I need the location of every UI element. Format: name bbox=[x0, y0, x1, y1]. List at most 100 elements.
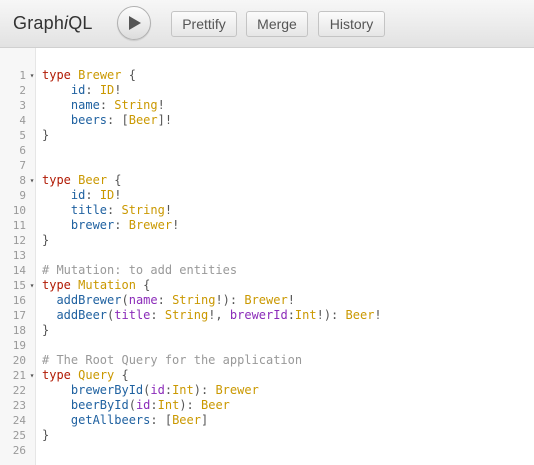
code-text: type Mutation { bbox=[42, 278, 150, 293]
code-token: addBrewer bbox=[56, 293, 122, 307]
code-token: beers bbox=[70, 113, 108, 127]
code-token: Mutation bbox=[78, 278, 136, 292]
code-token: : bbox=[150, 398, 158, 412]
fold-arrow-icon[interactable]: ▾ bbox=[28, 368, 36, 383]
code-line[interactable]: 24 getAllbeers: [Beer] bbox=[0, 413, 534, 428]
code-token: ! bbox=[114, 188, 122, 202]
code-text: # The Root Query for the application bbox=[42, 353, 302, 368]
code-token: Brewer bbox=[128, 218, 173, 232]
line-number: 23 bbox=[12, 399, 26, 412]
code-line[interactable]: 2 id: ID! bbox=[0, 83, 534, 98]
code-line[interactable]: 22 brewerById(id:Int): Brewer bbox=[0, 383, 534, 398]
code-token: { bbox=[135, 278, 151, 292]
code-token: Query bbox=[78, 368, 115, 382]
code-line[interactable]: 6 bbox=[0, 143, 534, 158]
merge-button[interactable]: Merge bbox=[246, 11, 308, 37]
code-text: } bbox=[42, 428, 49, 443]
code-line[interactable]: 3 name: String! bbox=[0, 98, 534, 113]
code-line[interactable]: 10 title: String! bbox=[0, 203, 534, 218]
line-number: 20 bbox=[12, 354, 26, 367]
code-line[interactable]: 1 ▾ type Brewer { bbox=[0, 68, 534, 83]
code-text: addBeer(title: String!, brewerId:Int!): … bbox=[42, 308, 382, 323]
code-line[interactable]: 16 addBrewer(name: String!): Brewer! bbox=[0, 293, 534, 308]
code-token: ( bbox=[128, 398, 136, 412]
code-token: String bbox=[164, 308, 209, 322]
code-text: title: String! bbox=[42, 203, 172, 218]
fold-arrow-icon[interactable]: ▾ bbox=[28, 278, 36, 293]
code-area[interactable]: 1 ▾ type Brewer {2 id: ID! 3 name: String! 4… bbox=[0, 68, 534, 458]
line-number: 2 bbox=[19, 84, 26, 97]
code-token: brewer bbox=[70, 218, 115, 232]
code-token: title bbox=[70, 203, 108, 217]
code-token: { bbox=[114, 368, 129, 382]
code-line[interactable]: 20 # The Root Query for the application bbox=[0, 353, 534, 368]
code-line[interactable]: 5} bbox=[0, 128, 534, 143]
code-line[interactable]: 15 ▾ type Mutation { bbox=[0, 278, 534, 293]
code-token: Brewer bbox=[244, 293, 288, 307]
code-token: ID bbox=[99, 188, 115, 202]
code-token: String bbox=[114, 98, 158, 112]
code-text: } bbox=[42, 128, 49, 143]
history-button[interactable]: History bbox=[318, 11, 385, 37]
code-line[interactable]: 14 # Mutation: to add entities bbox=[0, 263, 534, 278]
code-text: type Query { bbox=[42, 368, 129, 383]
code-token: : [ bbox=[150, 413, 173, 427]
line-number: 14 bbox=[12, 264, 26, 277]
line-number: 8 bbox=[19, 174, 26, 187]
code-line[interactable]: 9 id: ID! bbox=[0, 188, 534, 203]
code-token: Int bbox=[157, 398, 180, 412]
code-text: brewer: Brewer! bbox=[42, 218, 179, 233]
code-token: id bbox=[70, 83, 86, 97]
code-token: : bbox=[164, 383, 173, 397]
code-token: ! bbox=[164, 203, 173, 217]
code-line[interactable]: 8 ▾ type Beer { bbox=[0, 173, 534, 188]
code-token: title bbox=[114, 308, 151, 322]
code-line[interactable]: 4 beers: [Beer]! bbox=[0, 113, 534, 128]
code-line[interactable]: 13 bbox=[0, 248, 534, 263]
code-line[interactable]: 19 bbox=[0, 338, 534, 353]
code-text: type Brewer { bbox=[42, 68, 136, 83]
code-token: : bbox=[85, 188, 100, 202]
code-token: getAllbeers bbox=[70, 413, 151, 427]
execute-query-button[interactable] bbox=[117, 6, 151, 40]
code-line[interactable]: 11 brewer: Brewer! bbox=[0, 218, 534, 233]
code-line[interactable]: 7 bbox=[0, 158, 534, 173]
code-line[interactable]: 26 bbox=[0, 443, 534, 458]
code-token: # The Root Query for the application bbox=[42, 353, 303, 367]
code-token: : bbox=[107, 203, 122, 217]
line-number: 1 bbox=[19, 69, 26, 82]
line-number: 4 bbox=[19, 114, 26, 127]
code-line[interactable]: 17 addBeer(title: String!, brewerId:Int!… bbox=[0, 308, 534, 323]
code-text: id: ID! bbox=[42, 188, 122, 203]
prettify-button[interactable]: Prettify bbox=[171, 11, 237, 37]
code-token: ] bbox=[200, 413, 209, 427]
code-token: id bbox=[135, 398, 151, 412]
code-token: ! bbox=[374, 308, 382, 322]
code-line[interactable]: 21 ▾ type Query { bbox=[0, 368, 534, 383]
code-line[interactable]: 12} bbox=[0, 233, 534, 248]
code-token: ! bbox=[114, 83, 122, 97]
code-token: String bbox=[172, 293, 216, 307]
toolbar: GraphiQL Prettify Merge History bbox=[0, 0, 534, 48]
code-text: } bbox=[42, 323, 49, 338]
app-title-suffix: QL bbox=[68, 13, 93, 33]
code-line[interactable]: 25} bbox=[0, 428, 534, 443]
code-line[interactable]: 18} bbox=[0, 323, 534, 338]
code-token: ): bbox=[179, 398, 201, 412]
code-text: beers: [Beer]! bbox=[42, 113, 172, 128]
code-token: type bbox=[42, 173, 71, 187]
code-token: id bbox=[150, 383, 165, 397]
query-editor[interactable]: 1 ▾ type Brewer {2 id: ID! 3 name: String! 4… bbox=[0, 48, 534, 465]
code-line[interactable]: 23 beerById(id:Int): Beer bbox=[0, 398, 534, 413]
line-number: 21 bbox=[12, 369, 26, 382]
fold-arrow-icon[interactable]: ▾ bbox=[28, 173, 36, 188]
code-token: ! bbox=[287, 293, 295, 307]
code-token: : bbox=[150, 308, 165, 322]
code-text: beerById(id:Int): Beer bbox=[42, 398, 230, 413]
fold-arrow-icon[interactable]: ▾ bbox=[28, 68, 36, 83]
